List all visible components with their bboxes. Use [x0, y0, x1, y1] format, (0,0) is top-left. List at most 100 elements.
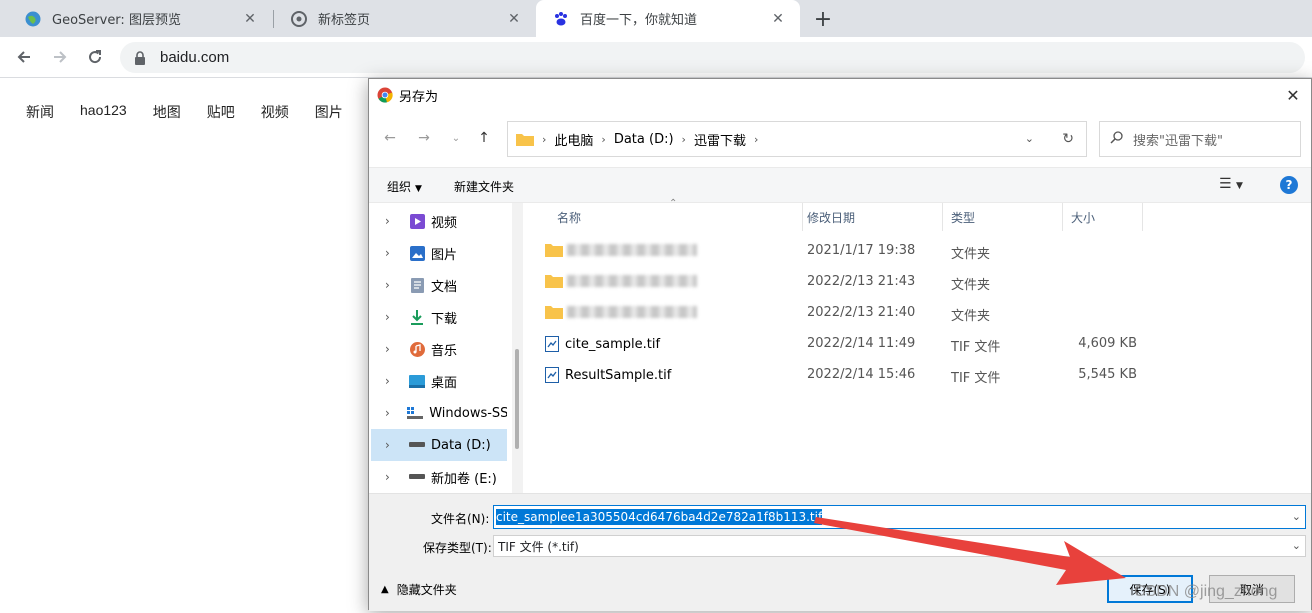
nav-tree-item-windows-ssd[interactable]: › Windows-SSD: [371, 397, 507, 429]
chevron-down-icon[interactable]: ⌄: [1025, 132, 1034, 145]
nav-link-tieba[interactable]: 贴吧: [207, 102, 235, 122]
tif-image-file-icon: [545, 336, 559, 352]
caret-down-icon: ▼: [415, 184, 422, 194]
chevron-right-icon[interactable]: ›: [385, 438, 399, 452]
organize-button[interactable]: 组织 ▼: [387, 178, 422, 195]
file-date: 2022/2/13 21:40: [807, 305, 916, 320]
nav-tree-item-desktop[interactable]: › 桌面: [371, 365, 507, 397]
nav-tree-item-downloads[interactable]: › 下载: [371, 301, 507, 333]
recent-locations-chevron-icon[interactable]: ⌄: [447, 129, 465, 147]
refresh-icon[interactable]: ↻: [1062, 131, 1074, 147]
tab-strip: GeoServer: 图层预览 ✕ 新标签页 ✕ 百度一下，你就知道 ✕ +: [0, 0, 1312, 37]
nav-link-map[interactable]: 地图: [153, 102, 181, 122]
dialog-address-row: ← → ⌄ ↑ › 此电脑 › Data (D:) › 迅雷下载 › ⌄ ↻ 搜…: [369, 119, 1311, 157]
folder-icon: [545, 306, 563, 319]
file-row[interactable]: 2022/2/13 21:43 文件夹: [525, 266, 1165, 297]
breadcrumb-chevron-icon: ›: [753, 132, 759, 146]
chevron-right-icon[interactable]: ›: [385, 214, 399, 228]
chrome-logo-icon: [377, 87, 393, 103]
forward-arrow-icon[interactable]: →: [415, 129, 433, 147]
chevron-right-icon[interactable]: ›: [385, 310, 399, 324]
new-tab-plus-icon[interactable]: +: [810, 6, 836, 32]
nav-link-news[interactable]: 新闻: [26, 102, 54, 122]
help-icon[interactable]: ?: [1280, 176, 1298, 194]
file-name: ResultSample.tif: [565, 367, 672, 383]
caret-up-icon: ▲: [381, 584, 389, 595]
nav-tree-item-music[interactable]: › 音乐: [371, 333, 507, 365]
file-name: cite_sample.tif: [565, 336, 661, 352]
nav-tree-item-data-drive[interactable]: › Data (D:): [371, 429, 507, 461]
file-size: 4,609 KB: [1078, 336, 1137, 351]
chevron-right-icon[interactable]: ›: [385, 406, 397, 420]
column-header-date[interactable]: 修改日期: [799, 203, 943, 231]
baidu-paw-icon: [552, 10, 570, 28]
nav-tree-item-pictures[interactable]: › 图片: [371, 237, 507, 269]
nav-link-hao123[interactable]: hao123: [80, 102, 127, 122]
tab-title: 新标签页: [318, 13, 371, 28]
address-bar[interactable]: baidu.com: [120, 42, 1305, 73]
close-icon[interactable]: ✕: [1283, 85, 1303, 105]
folder-icon: [545, 275, 563, 288]
new-folder-button[interactable]: 新建文件夹: [454, 178, 514, 195]
tab-geoserver[interactable]: GeoServer: 图层预览 ✕: [8, 0, 272, 37]
file-row[interactable]: 2022/2/13 21:40 文件夹: [525, 297, 1165, 328]
navigation-pane-scrollbar[interactable]: [512, 203, 523, 493]
file-row[interactable]: ResultSample.tif 2022/2/14 15:46 TIF 文件 …: [525, 359, 1165, 390]
filename-selected-text: cite_samplee1a305504cd6476ba4d2e782a1f8b…: [496, 509, 823, 525]
nav-link-images[interactable]: 图片: [315, 102, 343, 122]
file-type: TIF 文件: [951, 371, 1001, 386]
chevron-right-icon[interactable]: ›: [385, 470, 399, 484]
nav-link-video[interactable]: 视频: [261, 102, 289, 122]
column-header-type[interactable]: 类型: [943, 203, 1063, 231]
up-arrow-icon[interactable]: ↑: [475, 129, 493, 147]
back-arrow-icon[interactable]: [12, 45, 36, 69]
scrollbar-thumb[interactable]: [515, 349, 519, 449]
view-options-icon[interactable]: ☰ ▼: [1219, 176, 1243, 192]
nav-tree-item-videos[interactable]: › 视频: [371, 205, 507, 237]
column-header-size[interactable]: 大小: [1063, 203, 1143, 231]
drive-icon: [407, 405, 424, 421]
dialog-title: 另存为: [399, 89, 439, 105]
nav-tree-item-new-volume-e[interactable]: › 新加卷 (E:): [371, 461, 507, 493]
chevron-right-icon[interactable]: ›: [385, 342, 399, 356]
dialog-titlebar: 另存为: [369, 79, 1311, 111]
tab-close-icon[interactable]: ✕: [242, 11, 258, 27]
tab-new-tab[interactable]: 新标签页 ✕: [274, 0, 536, 37]
tab-title: 百度一下，你就知道: [580, 13, 698, 28]
chevron-right-icon[interactable]: ›: [385, 278, 399, 292]
hide-folders-toggle[interactable]: ▲ 隐藏文件夹: [381, 581, 457, 598]
breadcrumb-this-pc[interactable]: 此电脑: [554, 130, 593, 149]
tab-close-icon[interactable]: ✕: [770, 11, 786, 27]
hide-folders-label: 隐藏文件夹: [396, 583, 457, 597]
baidu-top-nav: 新闻 hao123 地图 贴吧 视频 图片: [26, 102, 369, 122]
chevron-down-icon[interactable]: ⌄: [1292, 539, 1301, 552]
folder-icon: [545, 244, 563, 257]
file-size: 5,545 KB: [1078, 367, 1137, 382]
filename-input[interactable]: cite_samplee1a305504cd6476ba4d2e782a1f8b…: [493, 505, 1306, 529]
tif-image-file-icon: [545, 367, 559, 383]
search-input[interactable]: 搜索"迅雷下载": [1099, 121, 1301, 157]
breadcrumb-chevron-icon: ›: [542, 132, 547, 146]
tab-close-icon[interactable]: ✕: [506, 11, 522, 27]
back-arrow-icon[interactable]: ←: [381, 129, 399, 147]
chevron-right-icon[interactable]: ›: [385, 374, 399, 388]
file-date: 2022/2/13 21:43: [807, 274, 916, 289]
file-row[interactable]: cite_sample.tif 2022/2/14 11:49 TIF 文件 4…: [525, 328, 1165, 359]
navigation-pane: › 视频 › 图片 › 文档 › 下载 › 音乐 › 桌面 › Windows-…: [369, 203, 512, 493]
file-row[interactable]: 2021/1/17 19:38 文件夹: [525, 235, 1165, 266]
drive-icon: [409, 437, 425, 453]
lock-icon: [132, 50, 148, 66]
file-type: 文件夹: [951, 247, 991, 262]
chevron-down-icon[interactable]: ⌄: [1292, 510, 1301, 523]
tab-baidu[interactable]: 百度一下，你就知道 ✕: [536, 0, 800, 37]
breadcrumb-thunder-downloads[interactable]: 迅雷下载: [694, 130, 746, 149]
breadcrumb-data-drive[interactable]: Data (D:): [614, 132, 674, 147]
forward-arrow-icon[interactable]: [48, 45, 72, 69]
reload-icon[interactable]: [83, 45, 107, 69]
chevron-right-icon[interactable]: ›: [385, 246, 399, 260]
breadcrumb-bar[interactable]: › 此电脑 › Data (D:) › 迅雷下载 › ⌄ ↻: [507, 121, 1087, 157]
tab-title: GeoServer: 图层预览: [52, 13, 181, 28]
filetype-select[interactable]: TIF 文件 (*.tif) ⌄: [493, 535, 1306, 557]
dialog-command-bar: 组织 ▼ 新建文件夹 ☰ ▼ ?: [369, 167, 1311, 203]
nav-tree-item-documents[interactable]: › 文档: [371, 269, 507, 301]
